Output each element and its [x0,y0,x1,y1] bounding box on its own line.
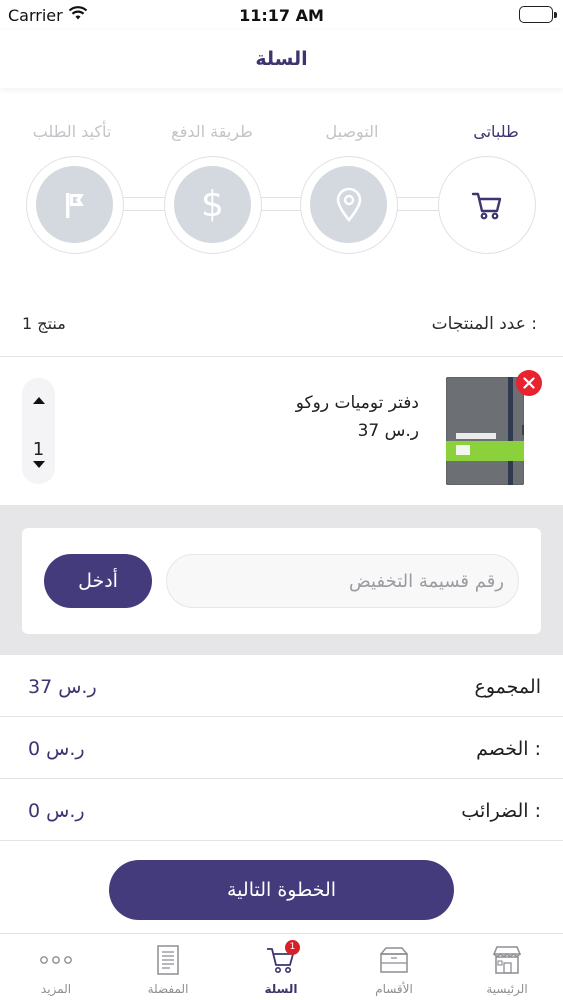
location-pin-icon [310,166,387,243]
product-count-value: 1 منتج [22,314,66,333]
step-orders[interactable] [438,156,536,254]
step-label-payment: طريقة الدفع [171,122,253,141]
product-count-row: عدد المنتجات : 1 منتج [0,310,563,340]
subtotal-label: المجموع [474,676,541,698]
tab-label: المفضلة [147,982,189,996]
dollar-icon: $ [174,166,251,243]
box-icon [338,943,450,977]
item-price: 37 ر.س [357,421,419,441]
flag-icon [36,166,113,243]
step-confirm[interactable] [26,156,124,254]
decrease-quantity-button[interactable] [22,452,55,476]
tab-label: السلة [264,982,298,996]
product-image[interactable] [445,376,525,486]
divider [0,716,563,717]
tab-label: المزيد [40,982,72,996]
step-delivery[interactable] [300,156,398,254]
discount-row: الخصم : 0 ر.س [0,720,563,782]
step-label-orders: طلباتى [473,122,519,141]
tab-home[interactable]: الرئيسية [451,934,563,1000]
coupon-code-input[interactable] [166,554,519,608]
taxes-row: الضرائب : 0 ر.س [0,782,563,844]
tab-label: الأقسام [375,982,413,996]
page-title: السلة [255,48,308,70]
nav-bar: السلة [0,30,563,88]
quantity-stepper: 1 [22,378,55,484]
step-label-delivery: التوصيل [325,122,379,141]
coupon-card: أدخل [22,528,541,634]
store-icon [451,943,563,977]
subtotal-row: المجموع 37 ر.س [0,658,563,720]
status-time: 11:17 AM [239,6,324,25]
divider [0,778,563,779]
taxes-label: الضرائب : [461,800,541,822]
cart-icon [448,166,525,243]
tab-bar: المزيد المفضلة 1 السلة الأقسام الرئيسية [0,933,563,1000]
stepper-track [110,197,460,211]
taxes-value: 0 ر.س [28,800,85,822]
step-label-confirm: تأكيد الطلب [32,122,112,141]
discount-label: الخصم : [476,738,541,760]
discount-value: 0 ر.س [28,738,85,760]
next-step-button[interactable]: الخطوة التالية [109,860,454,920]
tab-label: الرئيسية [486,982,528,996]
apply-coupon-button[interactable]: أدخل [44,554,152,608]
close-icon [523,377,535,389]
status-bar: Carrier 11:17 AM [0,0,563,30]
more-dots-icon [0,943,112,977]
item-name: دفتر توميات روكو [295,393,419,413]
increase-quantity-button[interactable] [22,388,55,412]
tab-more[interactable]: المزيد [0,934,112,1000]
cart-badge: 1 [285,940,300,955]
coupon-section: أدخل [0,505,563,655]
tab-cart[interactable]: 1 السلة [225,934,337,1000]
document-list-icon [112,943,224,977]
cart-item: 1 دفتر توميات روكو 37 ر.س [0,357,563,505]
checkout-stepper: طلباتى التوصيل طريقة الدفع تأكيد الطلب $ [0,100,563,270]
step-payment[interactable]: $ [164,156,262,254]
remove-item-button[interactable] [516,370,542,396]
tab-favorites[interactable]: المفضلة [112,934,224,1000]
product-count-label: عدد المنتجات : [431,314,537,334]
battery-icon [519,6,557,23]
cart-icon [225,943,337,977]
tab-categories[interactable]: الأقسام [338,934,450,1000]
divider [0,840,563,841]
subtotal-value: 37 ر.س [28,676,97,698]
